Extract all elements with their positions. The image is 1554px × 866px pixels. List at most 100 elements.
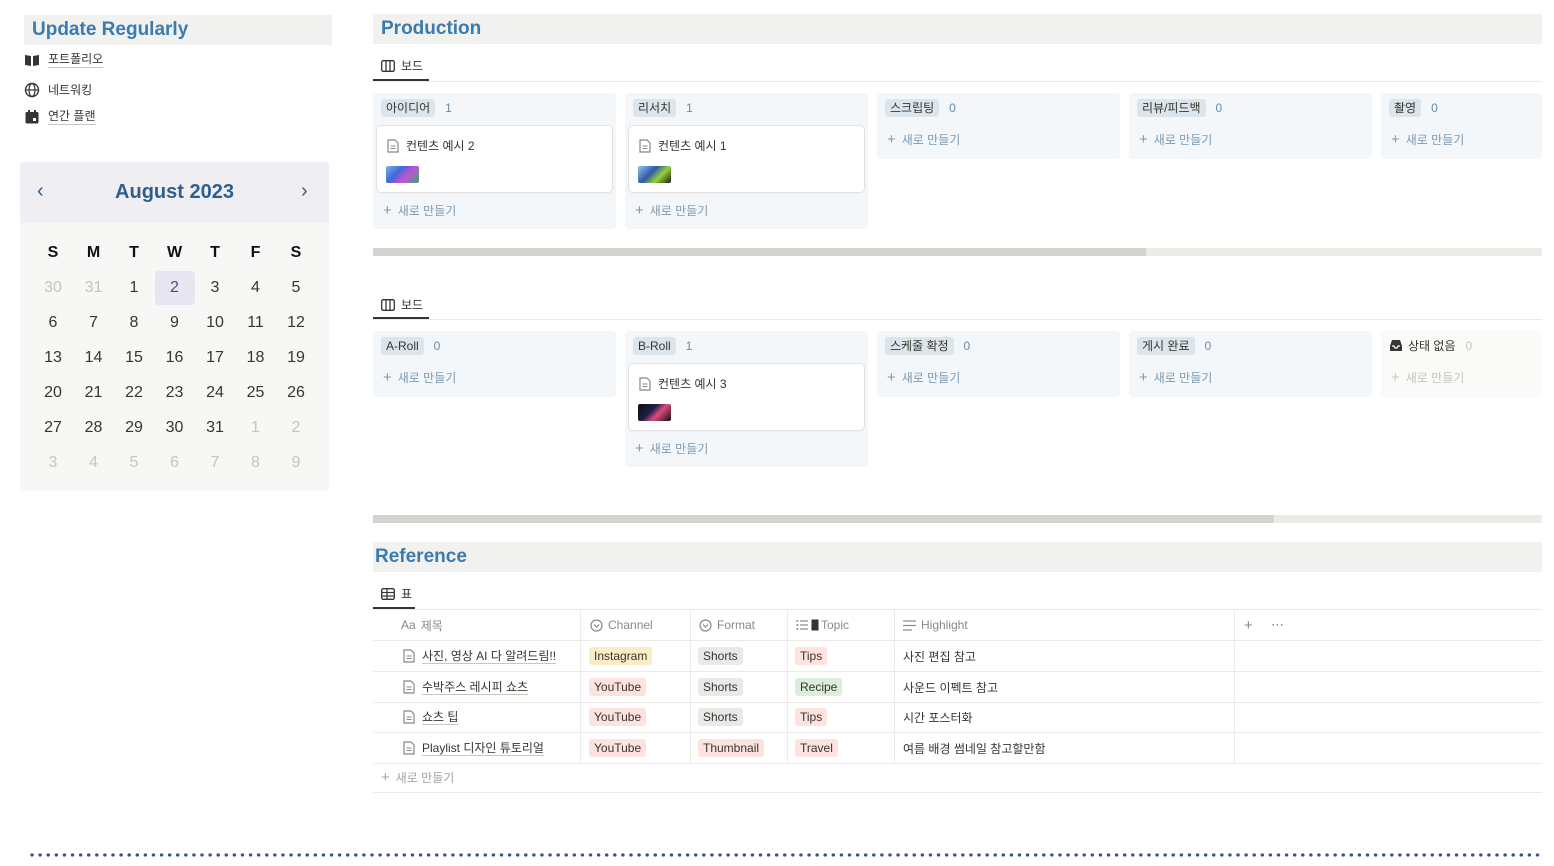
- column-header[interactable]: 스크립팅 0: [885, 99, 956, 117]
- calendar-day[interactable]: 6: [33, 306, 73, 340]
- chevron-right-icon[interactable]: ›: [301, 180, 308, 203]
- header-channel[interactable]: Channel: [590, 610, 653, 640]
- calendar-day[interactable]: 10: [195, 306, 235, 340]
- calendar-day[interactable]: 30: [33, 271, 73, 305]
- new-card-button[interactable]: + 새로 만들기: [1391, 369, 1464, 386]
- calendar-day[interactable]: 31: [195, 411, 235, 445]
- table-row[interactable]: Playlist 디자인 튜토리얼 YouTube Thumbnail Travel 여…: [373, 733, 1542, 764]
- calendar-day[interactable]: 8: [114, 306, 154, 340]
- add-column-icon[interactable]: +: [1244, 610, 1253, 640]
- new-card-button[interactable]: + 새로 만들기: [635, 440, 708, 457]
- column-header[interactable]: 리뷰/피드백 0: [1137, 99, 1222, 117]
- table-row[interactable]: 쇼츠 팁 YouTube Shorts Tips 시간 포스터화: [373, 702, 1542, 733]
- calendar-day[interactable]: 7: [74, 306, 114, 340]
- highlight-cell[interactable]: 시간 포스터화: [903, 702, 973, 732]
- format-cell[interactable]: Shorts: [698, 702, 743, 732]
- calendar-day[interactable]: 6: [155, 446, 195, 480]
- topic-cell[interactable]: Tips: [795, 641, 828, 671]
- sidebar-link-annual-plan[interactable]: 연간 플랜: [24, 109, 96, 125]
- table-row[interactable]: 사진, 영상 AI 다 알려드림!! Instagram Shorts Tips 사진 …: [373, 641, 1542, 672]
- format-cell[interactable]: Thumbnail: [698, 733, 765, 763]
- calendar-day[interactable]: 26: [276, 376, 316, 410]
- board-view-tab[interactable]: 보드: [381, 57, 423, 74]
- calendar-day[interactable]: 28: [74, 411, 114, 445]
- calendar-day[interactable]: 1: [114, 271, 154, 305]
- header-name[interactable]: Aa 제목: [401, 610, 443, 640]
- channel-cell[interactable]: Instagram: [589, 641, 653, 671]
- row-name-cell[interactable]: 사진, 영상 AI 다 알려드림!!: [403, 641, 557, 671]
- calendar-day[interactable]: 15: [114, 341, 154, 375]
- topic-cell[interactable]: Travel: [795, 733, 838, 763]
- new-card-button[interactable]: + 새로 만들기: [383, 202, 456, 219]
- calendar-day[interactable]: 5: [114, 446, 154, 480]
- new-card-button[interactable]: + 새로 만들기: [887, 369, 960, 386]
- column-header[interactable]: 게시 완료 0: [1137, 337, 1211, 355]
- calendar-day[interactable]: 21: [74, 376, 114, 410]
- row-name-cell[interactable]: 쇼츠 팁: [403, 702, 459, 732]
- calendar-day[interactable]: 2: [276, 411, 316, 445]
- new-card-button[interactable]: + 새로 만들기: [1139, 131, 1212, 148]
- calendar-day[interactable]: 17: [195, 341, 235, 375]
- sidebar-link-networking[interactable]: 네트워킹: [24, 81, 92, 98]
- header-topic[interactable]: Topic: [796, 610, 849, 640]
- row-name-cell[interactable]: 수박주스 레시피 쇼츠: [403, 672, 529, 702]
- calendar-day[interactable]: 25: [236, 376, 276, 410]
- calendar-day[interactable]: 11: [236, 306, 276, 340]
- table-new-row-button[interactable]: + 새로 만들기: [381, 769, 454, 786]
- header-format[interactable]: Format: [699, 610, 755, 640]
- calendar-day[interactable]: 2: [154, 271, 195, 305]
- calendar-day[interactable]: 1: [236, 411, 276, 445]
- calendar-day[interactable]: 27: [33, 411, 73, 445]
- column-header[interactable]: A-Roll 0: [381, 337, 440, 355]
- topic-cell[interactable]: Recipe: [795, 672, 843, 702]
- format-cell[interactable]: Shorts: [698, 641, 743, 671]
- calendar-day[interactable]: 3: [33, 446, 73, 480]
- board-card[interactable]: 컨텐츠 예시 2: [377, 126, 612, 192]
- row-name-cell[interactable]: Playlist 디자인 튜토리얼: [403, 733, 544, 763]
- calendar-day[interactable]: 3: [195, 271, 235, 305]
- new-card-button[interactable]: + 새로 만들기: [383, 369, 456, 386]
- topic-cell[interactable]: Tips: [795, 702, 828, 732]
- calendar-day[interactable]: 29: [114, 411, 154, 445]
- column-header[interactable]: 스케줄 확정 0: [885, 337, 970, 355]
- new-card-button[interactable]: + 새로 만들기: [1391, 131, 1464, 148]
- highlight-cell[interactable]: 사진 편집 참고: [903, 641, 976, 671]
- channel-cell[interactable]: YouTube: [589, 672, 647, 702]
- channel-cell[interactable]: YouTube: [589, 733, 647, 763]
- calendar-day[interactable]: 7: [195, 446, 235, 480]
- row-title[interactable]: 사진, 영상 AI 다 알려드림!!: [422, 649, 557, 664]
- column-header[interactable]: 상태 없음 0: [1389, 337, 1472, 354]
- highlight-cell[interactable]: 여름 배경 썸네일 참고할만함: [903, 733, 1045, 763]
- calendar-day[interactable]: 12: [276, 306, 316, 340]
- board-card[interactable]: 컨텐츠 예시 1: [629, 126, 864, 192]
- calendar-day[interactable]: 31: [74, 271, 114, 305]
- column-header[interactable]: 아이디어 1: [381, 99, 452, 117]
- calendar-day[interactable]: 13: [33, 341, 73, 375]
- channel-cell[interactable]: YouTube: [589, 702, 647, 732]
- calendar-day[interactable]: 19: [276, 341, 316, 375]
- calendar-day[interactable]: 30: [155, 411, 195, 445]
- board-view-tab[interactable]: 보드: [381, 296, 423, 313]
- format-cell[interactable]: Shorts: [698, 672, 743, 702]
- calendar-day[interactable]: 4: [236, 271, 276, 305]
- calendar-day[interactable]: 4: [74, 446, 114, 480]
- horizontal-scrollbar[interactable]: [373, 248, 1542, 256]
- board-card[interactable]: 컨텐츠 예시 3: [629, 364, 864, 430]
- calendar-day[interactable]: 9: [155, 306, 195, 340]
- calendar-day[interactable]: 16: [155, 341, 195, 375]
- calendar-day[interactable]: 22: [114, 376, 154, 410]
- sidebar-link-portfolio[interactable]: 포트폴리오: [24, 52, 104, 68]
- calendar-day[interactable]: 20: [33, 376, 73, 410]
- row-title[interactable]: Playlist 디자인 튜토리얼: [422, 741, 544, 756]
- calendar-day[interactable]: 8: [236, 446, 276, 480]
- horizontal-scrollbar[interactable]: [373, 515, 1542, 523]
- new-card-button[interactable]: + 새로 만들기: [635, 202, 708, 219]
- highlight-cell[interactable]: 사운드 이펙트 참고: [903, 672, 998, 702]
- new-card-button[interactable]: + 새로 만들기: [1139, 369, 1212, 386]
- new-card-button[interactable]: + 새로 만들기: [887, 131, 960, 148]
- header-highlight[interactable]: Highlight: [903, 610, 968, 640]
- calendar-day[interactable]: 14: [74, 341, 114, 375]
- calendar-day[interactable]: 18: [236, 341, 276, 375]
- table-row[interactable]: 수박주스 레시피 쇼츠 YouTube Shorts Recipe 사운드 이펙트 참고: [373, 672, 1542, 703]
- more-options-icon[interactable]: ⋯: [1271, 610, 1285, 640]
